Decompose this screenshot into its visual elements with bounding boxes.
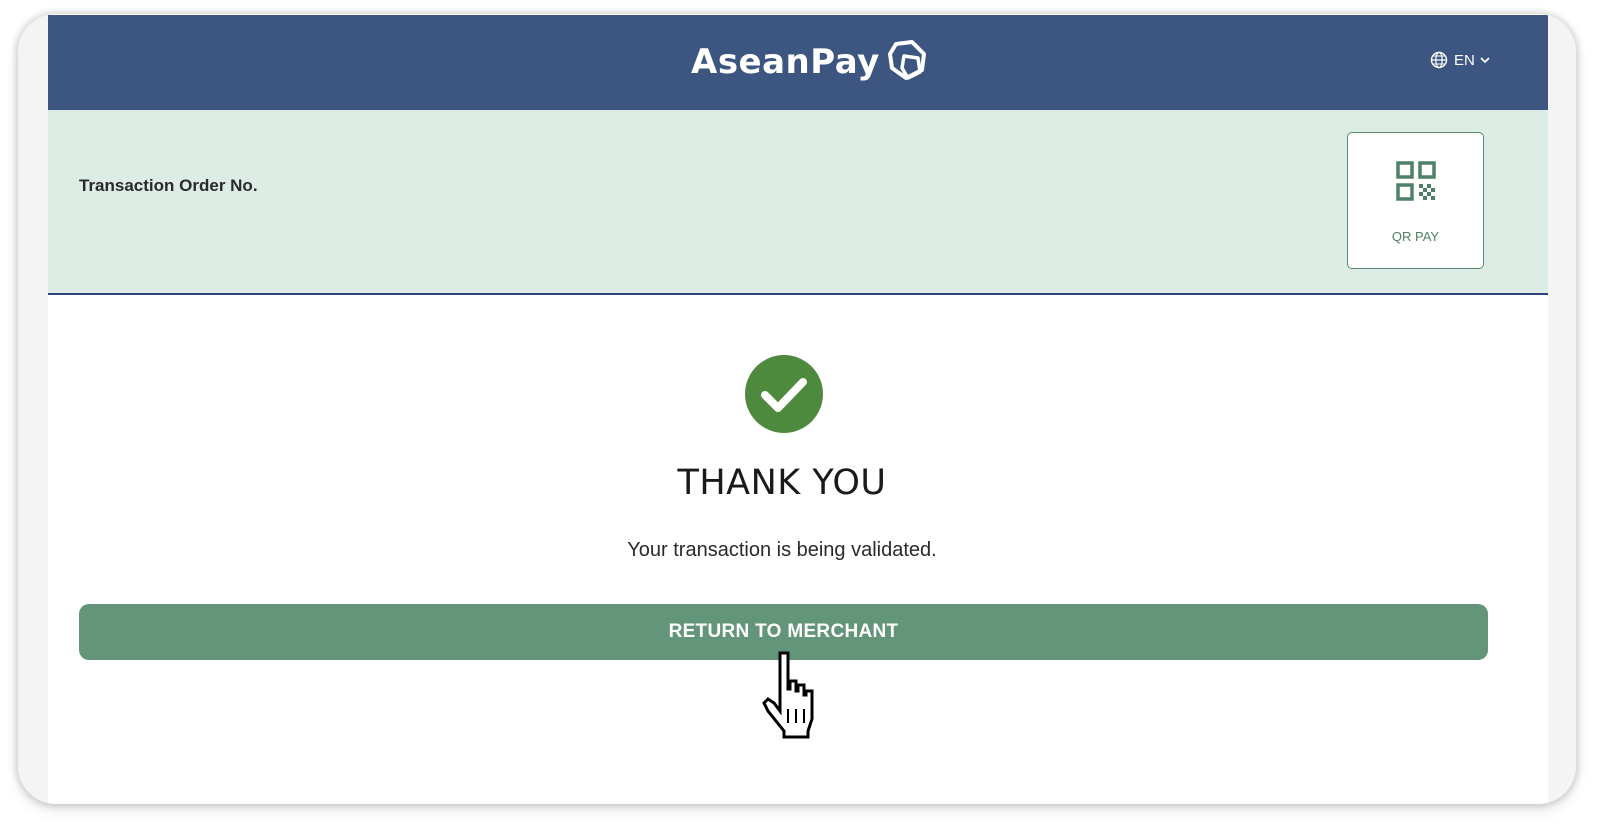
validation-message: Your transaction is being validated. <box>627 539 937 561</box>
qr-pay-label: QR PAY <box>1391 229 1440 244</box>
check-circle-icon <box>745 355 823 433</box>
language-label: EN <box>1454 51 1475 69</box>
thank-you-title: THANK YOU <box>677 463 887 503</box>
payment-page: AseanPay EN Transaction Order No. QR PAY… <box>48 15 1548 804</box>
transaction-order-label: Transaction Order No. <box>79 176 258 195</box>
language-selector[interactable]: EN <box>1430 51 1491 69</box>
chevron-down-icon <box>1480 57 1490 64</box>
logo-mark-icon <box>887 40 926 80</box>
window-frame: AseanPay EN Transaction Order No. QR PAY… <box>18 14 1576 804</box>
order-info-band: Transaction Order No. QR PAY <box>48 110 1548 295</box>
hand-pointer-icon <box>762 651 814 739</box>
logo-text: AseanPay <box>691 42 880 82</box>
qr-pay-button[interactable]: QR PAY <box>1347 132 1484 269</box>
qr-code-icon <box>1396 161 1436 201</box>
frame-right-margin <box>1546 14 1576 804</box>
globe-icon <box>1430 51 1448 69</box>
top-header: AseanPay EN <box>48 15 1548 110</box>
frame-left-margin <box>18 14 48 804</box>
aseanpay-logo: AseanPay <box>691 37 930 87</box>
